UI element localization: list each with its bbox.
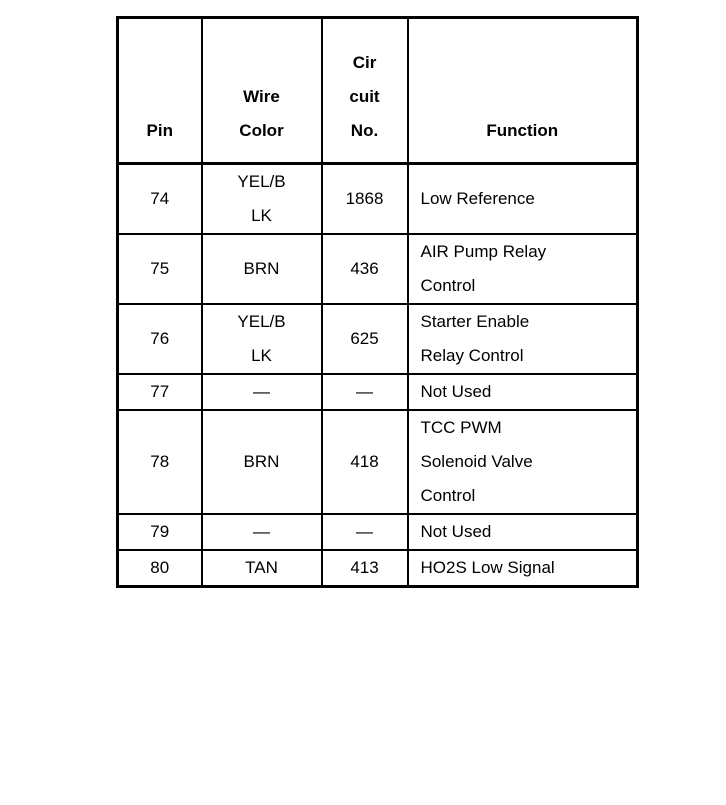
cell-line: — xyxy=(253,522,270,541)
cell-line: — xyxy=(253,382,270,401)
cell-function: Not Used xyxy=(406,373,639,411)
table-row: 74 YEL/B LK 1868 Low Reference xyxy=(116,162,639,235)
column-header-line: Function xyxy=(486,121,559,140)
cell-function: Not Used xyxy=(406,513,639,551)
table-row: 75 BRN 436 AIR Pump Relay Control xyxy=(116,233,639,305)
column-header-line: Cir xyxy=(352,53,377,72)
cell-circuit-no: 1868 xyxy=(320,162,409,235)
cell-circuit-no: — xyxy=(320,373,409,411)
column-header-circuit: Cir cuit No. xyxy=(320,16,409,165)
cell-line: YEL/B xyxy=(237,312,286,331)
cell-line: LK xyxy=(251,346,272,365)
cell-function: AIR Pump Relay Control xyxy=(406,233,639,305)
table-row: 77 — — Not Used xyxy=(116,373,639,411)
column-header-pin: Pin xyxy=(116,16,203,165)
pin-assignment-table: Pin Wire Color Cir cuit No. Function 74 YEL/B LK… xyxy=(116,16,639,588)
table-row: 78 BRN 418 TCC PWM Solenoid Valve Control xyxy=(116,409,639,515)
cell-circuit-no: 625 xyxy=(320,303,409,375)
cell-circuit-no: 418 xyxy=(320,409,409,515)
cell-wire-color: TAN xyxy=(200,549,323,588)
cell-wire-color: BRN xyxy=(200,233,323,305)
cell-function: TCC PWM Solenoid Valve Control xyxy=(406,409,639,515)
cell-pin: 79 xyxy=(116,513,203,551)
cell-wire-color: — xyxy=(200,513,323,551)
cell-wire-color: YEL/B LK xyxy=(200,303,323,375)
cell-line: LK xyxy=(251,206,272,225)
cell-pin: 80 xyxy=(116,549,203,588)
column-header-line: cuit xyxy=(349,87,380,106)
column-header-line: Wire xyxy=(243,87,280,106)
cell-wire-color: — xyxy=(200,373,323,411)
cell-line: TCC PWM xyxy=(420,418,502,437)
cell-circuit-no: — xyxy=(320,513,409,551)
cell-line: Low Reference xyxy=(420,189,535,208)
cell-pin: 75 xyxy=(116,233,203,305)
column-header-wire: Wire Color xyxy=(200,16,323,165)
cell-pin: 78 xyxy=(116,409,203,515)
cell-line: TAN xyxy=(245,558,278,577)
cell-function: HO2S Low Signal xyxy=(406,549,639,588)
cell-wire-color: BRN xyxy=(200,409,323,515)
table-header: Pin Wire Color Cir cuit No. Function xyxy=(116,16,639,165)
table-header-row: Pin Wire Color Cir cuit No. Function xyxy=(116,16,639,165)
cell-pin: 74 xyxy=(116,162,203,235)
cell-line: Control xyxy=(420,276,476,295)
table-body: 74 YEL/B LK 1868 Low Reference 75 BRN 436 AIR Pu… xyxy=(116,162,639,588)
cell-line: Not Used xyxy=(420,522,492,541)
cell-function: Starter Enable Relay Control xyxy=(406,303,639,375)
cell-circuit-no: 413 xyxy=(320,549,409,588)
column-header-line: Pin xyxy=(146,121,173,140)
cell-pin: 76 xyxy=(116,303,203,375)
cell-circuit-no: 436 xyxy=(320,233,409,305)
cell-line: Starter Enable xyxy=(420,312,530,331)
column-header-function: Function xyxy=(406,16,639,165)
column-header-line: Color xyxy=(239,121,284,140)
cell-function: Low Reference xyxy=(406,162,639,235)
cell-line: Control xyxy=(420,486,476,505)
cell-line: Not Used xyxy=(420,382,492,401)
cell-line: Solenoid Valve xyxy=(420,452,533,471)
table-row: 80 TAN 413 HO2S Low Signal xyxy=(116,549,639,588)
cell-line: HO2S Low Signal xyxy=(420,558,555,577)
cell-line: AIR Pump Relay xyxy=(420,242,547,261)
cell-line: BRN xyxy=(243,452,280,471)
cell-line: Relay Control xyxy=(420,346,524,365)
cell-line: BRN xyxy=(243,259,280,278)
table-row: 76 YEL/B LK 625 Starter Enable Relay Control xyxy=(116,303,639,375)
cell-line: YEL/B xyxy=(237,172,286,191)
cell-wire-color: YEL/B LK xyxy=(200,162,323,235)
column-header-line: No. xyxy=(350,121,379,140)
cell-pin: 77 xyxy=(116,373,203,411)
table-row: 79 — — Not Used xyxy=(116,513,639,551)
